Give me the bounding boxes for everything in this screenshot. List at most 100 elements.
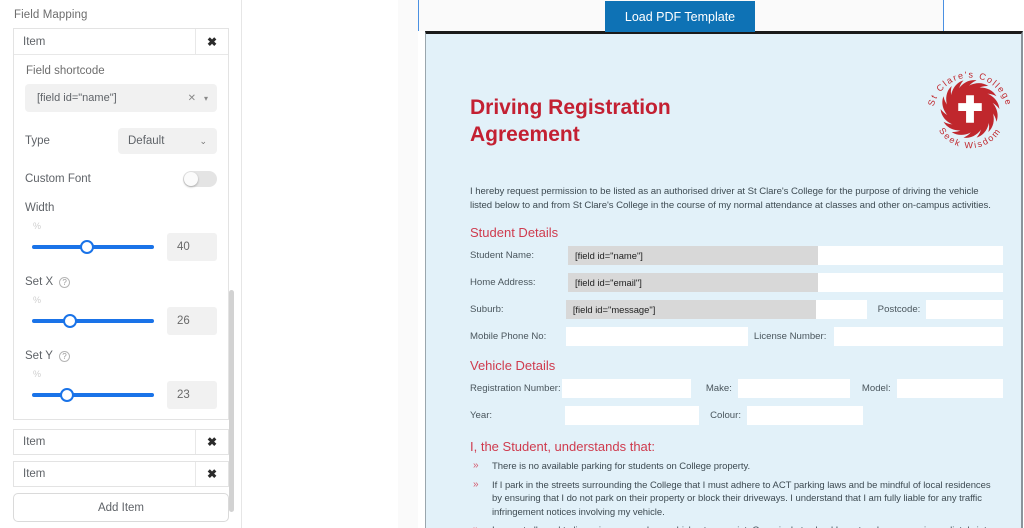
student-name-field[interactable]: [field id="name"] (567, 246, 818, 265)
bullet-icon: » (470, 524, 492, 528)
postcode-field[interactable] (926, 300, 1003, 319)
registration-number-label: Registration Number: (470, 383, 561, 394)
item-label: Item (23, 35, 46, 48)
right-white-strip (944, 0, 1024, 31)
width-slider-row: 40 (25, 233, 217, 261)
help-icon[interactable]: ? (59, 276, 71, 288)
license-number-label: License Number: (753, 331, 827, 342)
colour-label: Colour: (710, 410, 741, 421)
custom-font-toggle[interactable] (183, 171, 217, 187)
setx-slider-row: 26 (25, 307, 217, 335)
sidebar-scrollbar[interactable] (229, 290, 234, 512)
left-gray-strip (398, 0, 418, 528)
custom-font-label: Custom Font (25, 173, 91, 185)
model-label: Model: (861, 383, 891, 394)
list-item: » If I park in the streets surrounding t… (470, 479, 1003, 520)
suburb-field[interactable]: [field id="message"] (565, 300, 816, 319)
sety-value[interactable]: 23 (166, 381, 217, 409)
help-icon[interactable]: ? (58, 350, 70, 362)
list-item: » There is no available parking for stud… (470, 460, 1003, 474)
close-icon[interactable]: ✖ (195, 430, 228, 454)
setx-slider[interactable] (32, 313, 154, 329)
bullet-text: If I park in the streets surrounding the… (492, 479, 991, 518)
field-mapping-panel: Item ✖ Field shortcode [field id="name"]… (13, 28, 229, 420)
pdf-preview-document[interactable]: St Clare's College Seek Wisdom Driving R… (425, 31, 1023, 528)
setx-label-wrap: Set X ? (25, 276, 217, 288)
bullet-icon: » (473, 460, 479, 471)
panel-body: Field shortcode [field id="name"] ✕ ▾ Ty… (14, 55, 228, 419)
year-label: Year: (470, 410, 493, 421)
setx-value[interactable]: 26 (166, 307, 217, 335)
slider-thumb[interactable] (59, 388, 74, 402)
field-mapping-sidebar: Field Mapping Item ✖ Field shortcode [fi… (0, 0, 242, 528)
bullet-icon: » (473, 478, 479, 490)
chevron-down-icon[interactable]: ▾ (204, 94, 208, 103)
license-number-field[interactable] (834, 327, 1003, 346)
app-root: Field Mapping Item ✖ Field shortcode [fi… (0, 0, 1024, 528)
year-field[interactable] (565, 406, 699, 425)
sety-slider[interactable] (32, 387, 154, 403)
colour-field[interactable] (747, 406, 863, 425)
chevron-down-icon: ⌄ (199, 135, 207, 146)
add-item-button[interactable]: Add Item (13, 493, 229, 522)
postcode-label: Postcode: (877, 304, 921, 315)
type-row: Type Default ⌄ (25, 128, 217, 154)
type-select[interactable]: Default ⌄ (118, 128, 217, 154)
slider-track (32, 393, 154, 397)
mobile-phone-field[interactable] (565, 327, 748, 346)
item-label: Item (23, 436, 46, 448)
clear-icon[interactable]: ✕ (188, 93, 196, 104)
home-address-field[interactable]: [field id="email"] (567, 273, 818, 292)
width-control: Width % 40 (25, 202, 217, 261)
item-label: Item (23, 468, 46, 480)
load-pdf-template-button[interactable]: Load PDF Template (605, 1, 755, 32)
slider-thumb[interactable] (80, 240, 94, 254)
type-label: Type (25, 135, 50, 147)
table-row: Suburb: [field id="message"] Postcode: (470, 300, 1003, 319)
list-item[interactable]: Item ✖ (13, 461, 229, 487)
toggle-knob (184, 172, 198, 186)
sety-unit: % (33, 369, 42, 379)
item-header-row[interactable]: Item ✖ (14, 28, 228, 55)
slider-thumb[interactable] (63, 314, 78, 328)
st-clares-college-logo-icon: St Clare's College Seek Wisdom (921, 60, 1019, 158)
pdf-page-content: St Clare's College Seek Wisdom Driving R… (426, 34, 1021, 528)
registration-number-field[interactable] (561, 379, 692, 398)
home-address-label: Home Address: (470, 277, 536, 288)
make-field[interactable] (737, 379, 851, 398)
sety-label-wrap: Set Y ? (25, 350, 217, 362)
right-divider (943, 0, 944, 31)
gap-column (243, 0, 398, 528)
setx-unit: % (33, 295, 42, 305)
width-slider[interactable] (32, 239, 154, 255)
table-row: Home Address: [field id="email"] (470, 273, 1003, 292)
close-icon[interactable]: ✖ (195, 28, 228, 55)
sidebar-title: Field Mapping (14, 9, 88, 21)
list-item: » I am not allowed to linger in or aroun… (470, 524, 1003, 528)
field-shortcode-label: Field shortcode (26, 65, 105, 77)
table-row: Registration Number: Make: Model: (470, 379, 1003, 398)
setx-control: Set X ? % 26 (25, 276, 217, 335)
suburb-label: Suburb: (470, 304, 504, 315)
sety-control: Set Y ? % 23 (25, 350, 217, 409)
understands-heading: I, the Student, understands that: (470, 439, 656, 454)
width-label: Width (25, 202, 55, 214)
intro-paragraph: I hereby request permission to be listed… (470, 186, 991, 211)
page-title: Driving Registration Agreement (470, 96, 671, 146)
field-shortcode-select[interactable]: [field id="name"] ✕ ▾ (25, 84, 217, 112)
sety-label: Set Y (25, 350, 53, 362)
bullet-text: There is no available parking for studen… (492, 461, 751, 472)
type-value: Default (128, 135, 165, 147)
custom-font-row: Custom Font (25, 171, 217, 187)
list-item[interactable]: Item ✖ (13, 429, 229, 455)
table-row: Mobile Phone No: License Number: (470, 327, 1003, 346)
student-name-label: Student Name: (470, 250, 534, 261)
width-value[interactable]: 40 (166, 233, 217, 261)
setx-label: Set X (25, 276, 54, 288)
close-icon[interactable]: ✖ (195, 462, 228, 486)
field-shortcode-value: [field id="name"] (37, 92, 117, 104)
student-details-heading: Student Details (470, 225, 559, 240)
model-field[interactable] (896, 379, 1003, 398)
width-label-wrap: Width (25, 202, 217, 214)
make-label: Make: (705, 383, 732, 394)
